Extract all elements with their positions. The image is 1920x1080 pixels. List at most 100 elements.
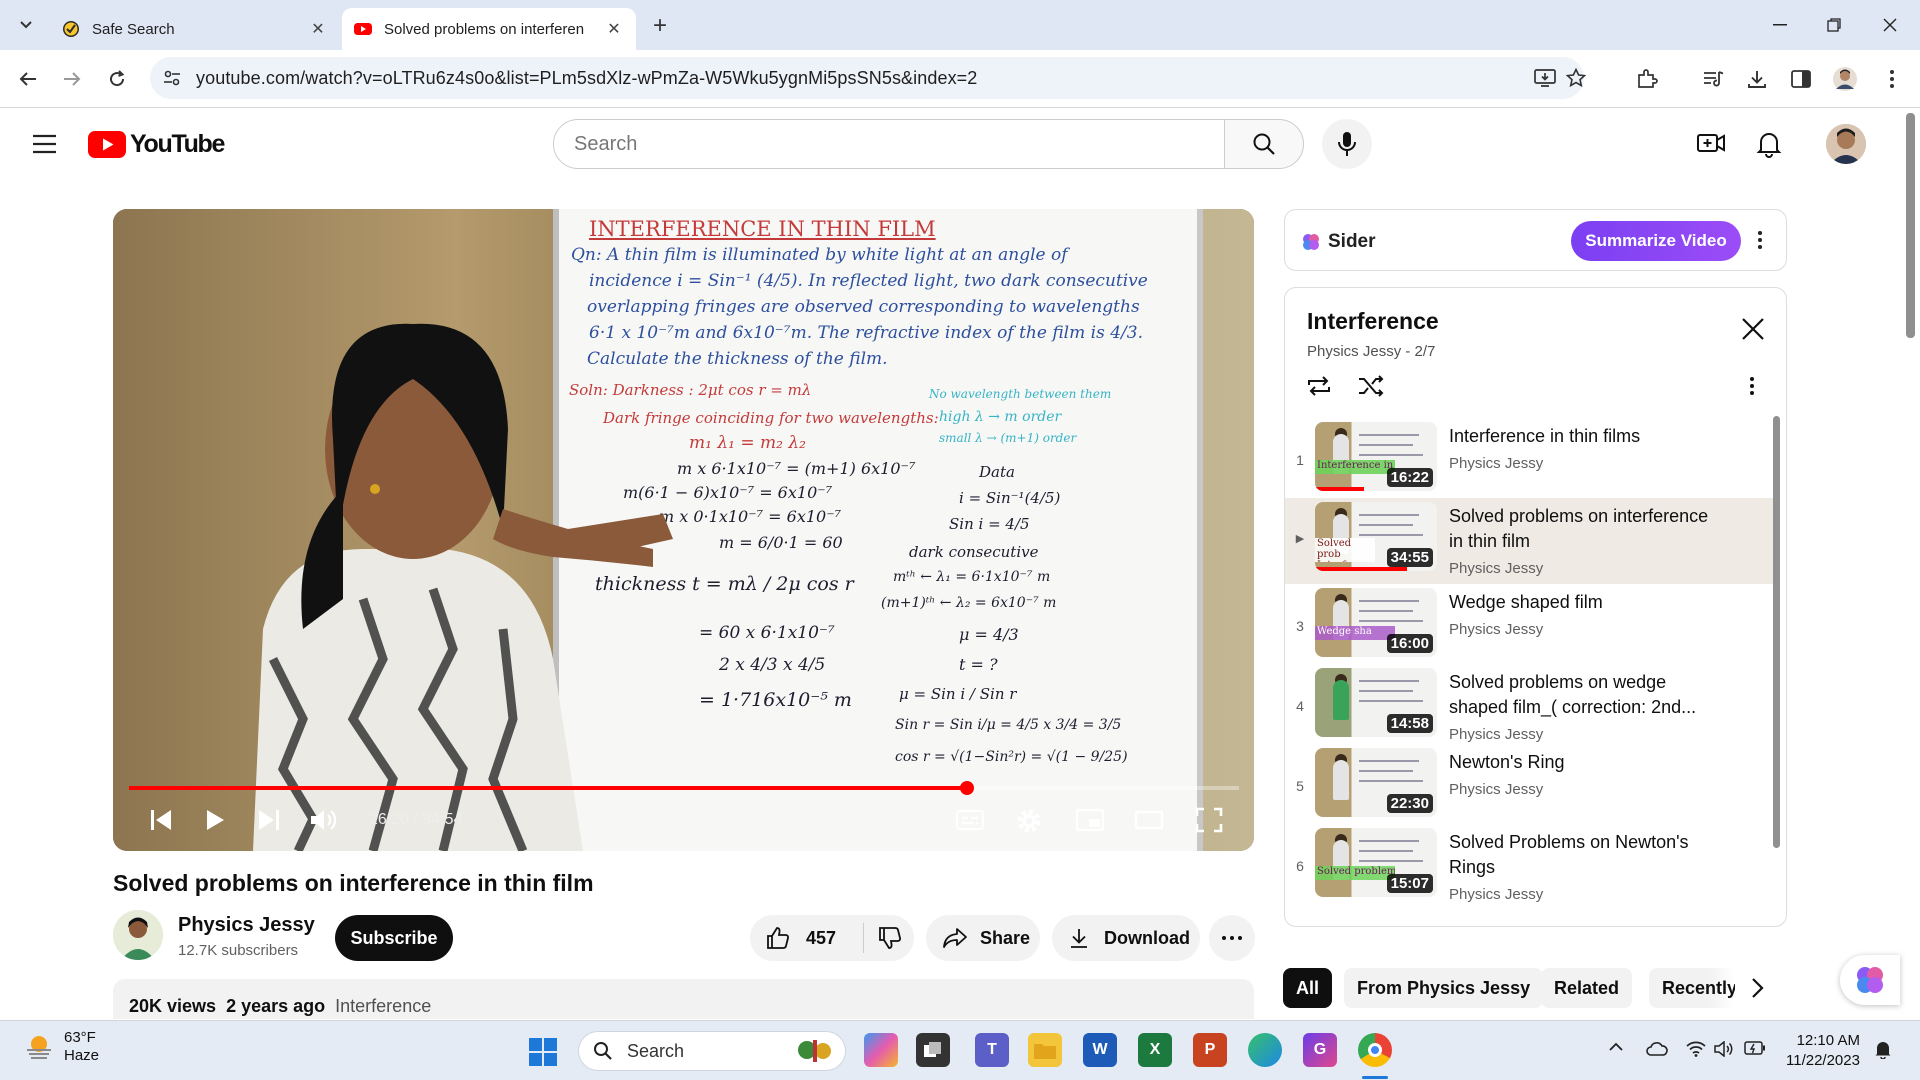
- system-clock[interactable]: 12:10 AM 11/22/2023: [1786, 1031, 1860, 1071]
- reload-icon[interactable]: [101, 63, 133, 95]
- theater-mode-icon[interactable]: [1134, 807, 1164, 833]
- playlist-item-title[interactable]: Solved problems on wedge shaped film_( c…: [1449, 670, 1709, 720]
- hamburger-menu-icon[interactable]: [28, 130, 62, 158]
- play-icon[interactable]: [203, 807, 227, 833]
- playlist-scrollbar[interactable]: [1773, 416, 1780, 848]
- sider-more-icon[interactable]: [1757, 230, 1763, 250]
- like-button[interactable]: 457: [750, 923, 864, 953]
- chevron-up-icon[interactable]: [1608, 1041, 1624, 1053]
- speaker-icon[interactable]: [1714, 1041, 1734, 1057]
- bookmark-star-icon[interactable]: [1566, 68, 1586, 88]
- notifications-bell-icon[interactable]: [1756, 130, 1782, 158]
- video-player[interactable]: INTERFERENCE IN THIN FILM Qn: A thin fil…: [113, 209, 1254, 851]
- channel-name[interactable]: Physics Jessy: [178, 914, 315, 937]
- playlist-item-title[interactable]: Solved problems on interference in thin …: [1449, 504, 1709, 554]
- create-video-icon[interactable]: [1696, 130, 1726, 156]
- search-button[interactable]: [1224, 119, 1304, 169]
- playlist-item-current[interactable]: ▶ Solved prob Interference i 34:55 Solve…: [1285, 498, 1773, 584]
- playlist-item[interactable]: 3 Wedge sha 16:00 Wedge shaped film Phys…: [1285, 584, 1773, 664]
- video-progress-bar[interactable]: [129, 781, 1239, 795]
- loop-playlist-icon[interactable]: [1305, 373, 1333, 399]
- windows-start-icon[interactable]: [528, 1037, 558, 1067]
- download-button[interactable]: Download: [1052, 915, 1200, 961]
- chevron-right-icon[interactable]: [1745, 975, 1769, 1001]
- onedrive-cloud-icon[interactable]: [1646, 1041, 1668, 1057]
- chrome-menu-icon[interactable]: [1876, 63, 1908, 95]
- fullscreen-icon[interactable]: [1195, 807, 1223, 833]
- copilot-icon[interactable]: [864, 1033, 898, 1067]
- playlist-thumbnail[interactable]: Interference in thin fil 16:22: [1315, 422, 1437, 491]
- subscribe-button[interactable]: Subscribe: [335, 915, 453, 961]
- playlist-thumbnail[interactable]: Wedge sha 16:00: [1315, 588, 1437, 657]
- playlist-item[interactable]: 4 14:58 Solved problems on wedge shaped …: [1285, 664, 1773, 744]
- omnibox[interactable]: youtube.com/watch?v=oLTRu6z4s0o&list=PLm…: [150, 57, 1586, 99]
- url-text[interactable]: youtube.com/watch?v=oLTRu6z4s0o&list=PLm…: [196, 68, 977, 89]
- site-settings-icon[interactable]: [162, 68, 182, 88]
- profile-avatar-icon[interactable]: [1829, 63, 1861, 95]
- playlist-thumbnail[interactable]: 14:58: [1315, 668, 1437, 737]
- excel-icon[interactable]: X: [1138, 1033, 1172, 1067]
- playlist-item[interactable]: 5 22:30 Newton's Ring Physics Jessy: [1285, 744, 1773, 824]
- close-window-icon[interactable]: [1862, 0, 1918, 50]
- chrome-icon[interactable]: [1358, 1033, 1392, 1067]
- shuffle-icon[interactable]: [1357, 373, 1385, 399]
- tab-youtube-video[interactable]: Solved problems on interferen ✕: [342, 8, 636, 50]
- chip-from-channel[interactable]: From Physics Jessy: [1344, 968, 1544, 1008]
- next-video-icon[interactable]: [257, 807, 281, 833]
- share-button[interactable]: Share: [926, 915, 1040, 961]
- playlist-item-title[interactable]: Solved Problems on Newton's Rings: [1449, 830, 1709, 880]
- playlist-thumbnail[interactable]: Solved prob Interference i 34:55: [1315, 502, 1437, 571]
- voice-search-button[interactable]: [1322, 119, 1372, 169]
- battery-charging-icon[interactable]: [1744, 1041, 1766, 1055]
- downloads-icon[interactable]: [1741, 63, 1773, 95]
- close-tab-icon[interactable]: ✕: [308, 19, 328, 39]
- taskbar-search[interactable]: Search: [578, 1031, 846, 1071]
- playlist-item[interactable]: 6 Solved problems o 15:07 Solved Problem…: [1285, 824, 1773, 904]
- playlist-thumbnail[interactable]: 22:30: [1315, 748, 1437, 817]
- word-icon[interactable]: W: [1083, 1033, 1117, 1067]
- volume-icon[interactable]: [309, 807, 339, 833]
- wifi-icon[interactable]: [1686, 1041, 1706, 1057]
- playlist-thumbnail[interactable]: Solved problems o 15:07: [1315, 828, 1437, 897]
- youtube-logo[interactable]: YouTube: [88, 130, 225, 159]
- subtitles-icon[interactable]: [955, 807, 985, 833]
- weather-widget[interactable]: 63°F Haze: [24, 1029, 99, 1065]
- more-actions-button[interactable]: [1209, 915, 1255, 961]
- account-avatar[interactable]: [1826, 124, 1866, 164]
- progress-scrubber[interactable]: [960, 781, 975, 795]
- playlist-item-title[interactable]: Wedge shaped film: [1449, 590, 1709, 615]
- playlist-title[interactable]: Interference: [1307, 308, 1439, 335]
- chip-all[interactable]: All: [1283, 968, 1333, 1008]
- install-app-icon[interactable]: [1534, 68, 1556, 88]
- app-g-icon[interactable]: G: [1303, 1033, 1337, 1067]
- sider-floating-button[interactable]: [1840, 955, 1900, 1005]
- close-playlist-icon[interactable]: [1740, 316, 1766, 342]
- extensions-icon[interactable]: [1631, 63, 1663, 95]
- playlist-item-title[interactable]: Newton's Ring: [1449, 750, 1709, 775]
- chip-related[interactable]: Related: [1541, 968, 1633, 1008]
- edge-icon[interactable]: [1248, 1033, 1282, 1067]
- side-panel-icon[interactable]: [1785, 63, 1817, 95]
- new-tab-button[interactable]: +: [644, 10, 676, 42]
- task-view-icon[interactable]: [916, 1033, 950, 1067]
- teams-icon[interactable]: T: [975, 1033, 1009, 1067]
- previous-video-icon[interactable]: [149, 807, 173, 833]
- description-box[interactable]: 20K views 2 years ago Interference: [113, 979, 1254, 1019]
- dislike-button[interactable]: [864, 926, 902, 950]
- description-tag[interactable]: Interference: [335, 996, 431, 1016]
- summarize-video-button[interactable]: Summarize Video: [1571, 221, 1741, 261]
- tab-search-dropdown-icon[interactable]: [10, 10, 42, 40]
- miniplayer-icon[interactable]: [1075, 807, 1105, 833]
- channel-avatar[interactable]: [113, 910, 163, 960]
- settings-gear-icon[interactable]: [1015, 807, 1043, 835]
- chip-recently[interactable]: Recently: [1649, 968, 1735, 1008]
- notification-bell-icon[interactable]: [1874, 1039, 1892, 1059]
- playlist-item[interactable]: 1 Interference in thin fil 16:22 Interfe…: [1285, 418, 1773, 498]
- playlist-item-title[interactable]: Interference in thin films: [1449, 424, 1709, 449]
- page-scrollbar[interactable]: [1906, 113, 1915, 338]
- playlist-more-icon[interactable]: [1749, 376, 1755, 396]
- search-input[interactable]: [574, 132, 1224, 156]
- file-explorer-icon[interactable]: [1028, 1033, 1062, 1067]
- powerpoint-icon[interactable]: P: [1193, 1033, 1227, 1067]
- restore-icon[interactable]: [1806, 0, 1862, 50]
